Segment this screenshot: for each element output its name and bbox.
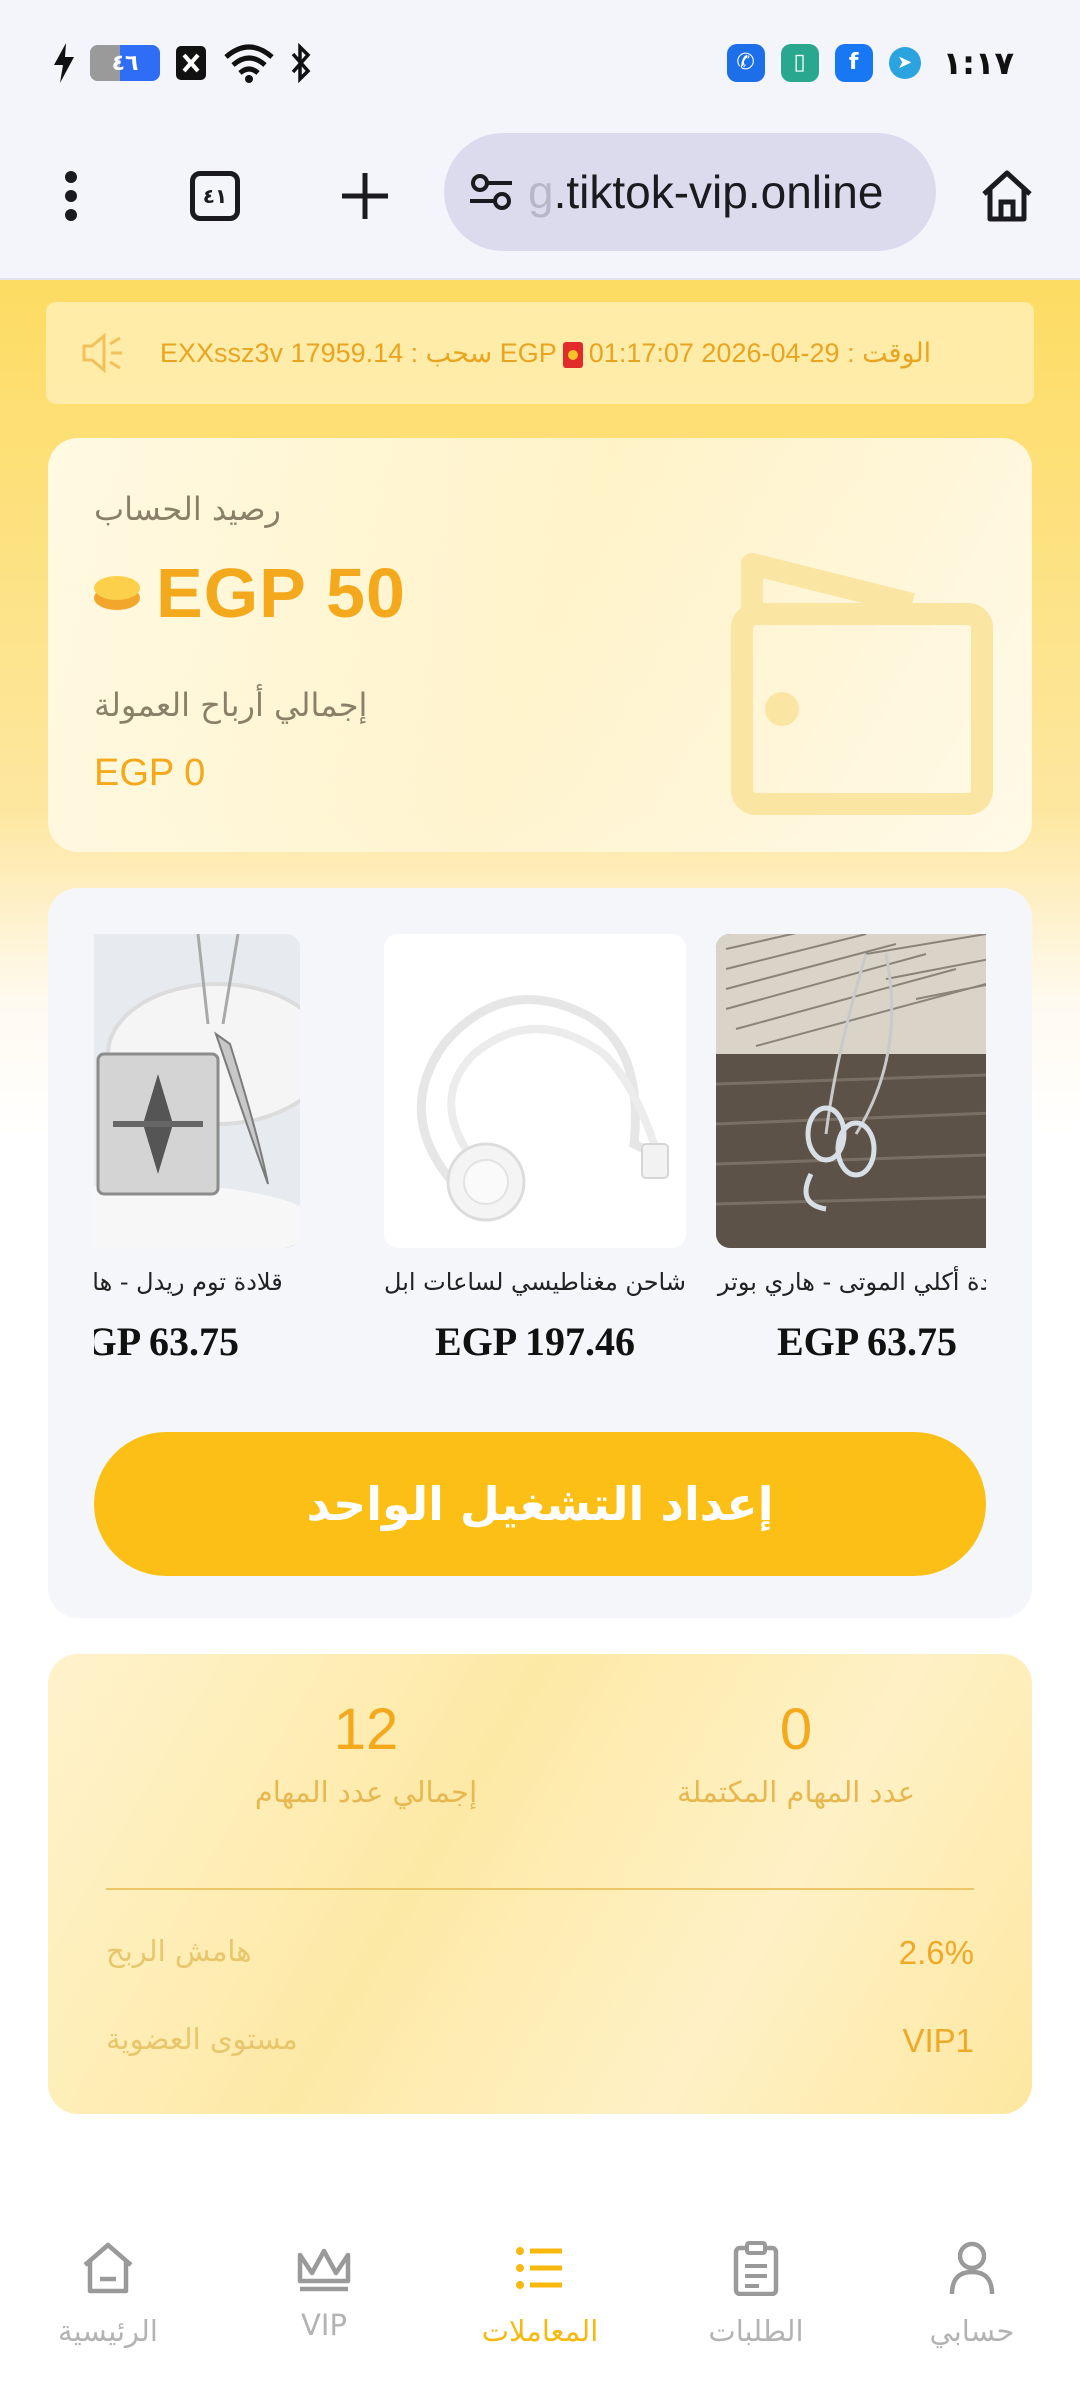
notice-text: الوقت : 29-04-2026 01:17:07 EGP سحب : EXX… <box>160 302 931 404</box>
product-photo <box>384 934 686 1248</box>
list-icon <box>516 2247 562 2289</box>
nav-label-account: حسابي <box>929 2314 1015 2348</box>
status-bar-right: ✆ ▯ f ➤ ١:١٧ <box>726 38 1014 88</box>
status-bar: ٤٦ ✆ ▯ f ➤ ١:١٧ <box>0 0 1080 125</box>
home-button[interactable] <box>962 151 1052 241</box>
product-photo <box>94 934 300 1248</box>
product-name: قلادة أكلي الموتى - هاري بوتر <box>717 1268 986 1296</box>
user-icon <box>949 2241 995 2295</box>
product-price: EGP 63.75 <box>776 1319 958 1364</box>
notice-time: الوقت : 29-04-2026 01:17:07 <box>588 338 932 368</box>
crown-icon <box>297 2248 351 2292</box>
nav-label-orders: الطلبات <box>708 2314 804 2348</box>
product-card[interactable]: شاحن مغناطيسي لساعات ابل EGP 197.46 <box>384 934 686 1365</box>
product-carousel[interactable]: قلادة أكلي الموتى - هاري بوتر EGP 63.75 … <box>94 934 986 1374</box>
balance-label: رصيد الحساب <box>94 490 281 528</box>
membership-level-row: مستوى العضوية VIP1 <box>106 2022 974 2072</box>
notice-withdrawal: EGP سحب : EXXssz3v 17959.14 <box>160 338 557 368</box>
tabs-button[interactable]: ٤١ <box>170 151 260 241</box>
address-bar[interactable]: g.tiktok-vip.online <box>444 133 936 251</box>
battery-indicator: ٤٦ <box>90 45 160 81</box>
notice-marquee: الوقت : 29-04-2026 01:17:07 EGP سحب : EXX… <box>46 302 1034 404</box>
menu-button[interactable] <box>26 151 116 241</box>
product-image-tom-riddle-necklace <box>94 934 300 1248</box>
wallet-icon <box>731 553 993 815</box>
nav-item-transactions[interactable]: المعاملات <box>440 2236 640 2348</box>
product-image-death-eater-necklace <box>716 934 986 1248</box>
product-price: EGP 63.75 <box>94 1319 240 1364</box>
profit-margin-label: هامش الربح <box>106 1934 252 1968</box>
product-image-apple-watch-charger <box>384 934 686 1248</box>
balance-amount: EGP 50 <box>94 548 406 638</box>
more-vertical-icon <box>65 171 77 221</box>
page-content: الوقت : 29-04-2026 01:17:07 EGP سحب : EXX… <box>0 280 1080 2180</box>
membership-level-label: مستوى العضوية <box>106 2022 298 2056</box>
home-icon <box>982 170 1032 222</box>
wifi-icon <box>224 44 274 83</box>
nav-item-home[interactable]: الرئيسية <box>8 2236 208 2348</box>
product-photo <box>716 934 986 1248</box>
start-task-button[interactable]: إعداد التشغيل الواحد <box>94 1432 986 1576</box>
product-name: قلادة توم ريدل - هاري بوتر <box>94 1268 283 1296</box>
clock: ١:١٧ <box>942 44 1014 82</box>
stats-divider <box>106 1888 974 1890</box>
url-domain: .tiktok-vip.online <box>553 166 884 218</box>
phone-app-icon: ✆ <box>726 44 765 82</box>
nav-label-vip: VIP <box>301 2308 347 2342</box>
bluetooth-icon <box>291 43 311 83</box>
total-tasks-label: إجمالي عدد المهام <box>254 1775 478 1809</box>
red-envelope-icon <box>562 341 583 368</box>
product-card[interactable]: قلادة أكلي الموتى - هاري بوتر EGP 63.75 <box>716 934 986 1365</box>
total-tasks-stat: 12 إجمالي عدد المهام <box>186 1696 546 1809</box>
products-card: قلادة أكلي الموتى - هاري بوتر EGP 63.75 … <box>48 888 1032 1618</box>
nav-label-transactions: المعاملات <box>481 2314 599 2348</box>
nav-label-home: الرئيسية <box>58 2314 158 2348</box>
profit-margin-row: هامش الربح 2.6% <box>106 1934 974 1984</box>
commission-label: إجمالي أرباح العمولة <box>94 686 368 724</box>
balance-card: رصيد الحساب EGP 50 إجمالي أرباح العمولة … <box>48 438 1032 852</box>
completed-tasks-stat: 0 عدد المهام المكتملة <box>616 1696 976 1809</box>
url-text: g.tiktok-vip.online <box>528 133 883 251</box>
site-settings-icon[interactable] <box>466 167 516 217</box>
coin-icon <box>94 576 140 610</box>
home-icon <box>83 2242 133 2294</box>
profit-margin-value: 2.6% <box>898 1934 974 1971</box>
clipboard-icon <box>733 2241 779 2296</box>
completed-tasks-value: 0 <box>779 1697 813 1762</box>
browser-chrome: ٤٦ ✆ ▯ f ➤ ١:١٧ ٤١ g.tiktok-vip.online <box>0 0 1080 280</box>
bottom-nav: الرئيسية VIP المعاملات الطلبات حسابي <box>0 2180 1080 2400</box>
charging-bolt-icon <box>54 43 74 83</box>
tab-count: ٤١ <box>190 171 240 221</box>
device-app-icon: ▯ <box>780 44 819 82</box>
facebook-icon: f <box>834 44 873 82</box>
product-price: EGP 197.46 <box>434 1319 636 1364</box>
product-name: شاحن مغناطيسي لساعات ابل <box>384 1268 686 1296</box>
membership-level-value: VIP1 <box>902 2022 974 2059</box>
nav-item-orders[interactable]: الطلبات <box>656 2236 856 2348</box>
sim-off-icon <box>176 46 206 80</box>
telegram-icon: ➤ <box>888 47 921 79</box>
product-card[interactable]: قلادة توم ريدل - هاري بوتر EGP 63.75 <box>94 934 300 1365</box>
completed-tasks-label: عدد المهام المكتملة <box>676 1775 916 1809</box>
balance-value: EGP 50 <box>156 554 406 632</box>
stats-card: 0 عدد المهام المكتملة 12 إجمالي عدد المه… <box>48 1654 1032 2114</box>
status-bar-left: ٤٦ <box>52 38 312 88</box>
url-fade: g <box>528 166 554 218</box>
nav-item-account[interactable]: حسابي <box>872 2236 1072 2348</box>
commission-value: EGP 0 <box>94 752 206 794</box>
nav-item-vip[interactable]: VIP <box>224 2236 424 2342</box>
plus-icon <box>342 173 388 219</box>
speaker-icon <box>82 332 122 374</box>
browser-toolbar: ٤١ g.tiktok-vip.online <box>0 125 1080 265</box>
new-tab-button[interactable] <box>320 151 410 241</box>
total-tasks-value: 12 <box>333 1697 399 1762</box>
